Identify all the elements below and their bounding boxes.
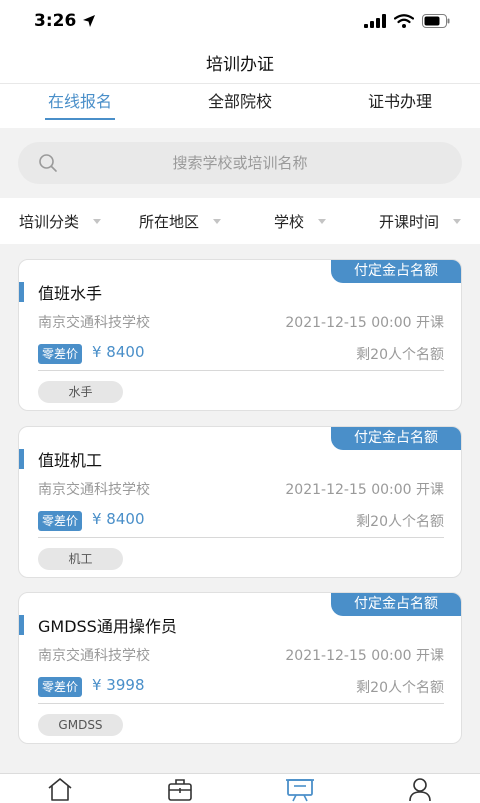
deposit-badge: 付定金占名额 — [331, 427, 461, 450]
search-icon — [39, 154, 57, 172]
filter-label: 所在地区 — [138, 212, 199, 231]
bottom-tab-profile[interactable] — [360, 774, 480, 803]
course-price: ¥ 8400 — [92, 510, 145, 528]
deposit-badge: 付定金占名额 — [331, 260, 461, 283]
divider — [38, 703, 444, 704]
course-card[interactable]: 付定金占名额 值班水手 南京交通科技学校 2021-12-15 00:00 开课… — [18, 259, 462, 411]
filter-start-time[interactable]: 开课时间 — [360, 211, 480, 232]
filter-label: 学校 — [273, 212, 304, 231]
tab-online-registration[interactable]: 在线报名 — [0, 84, 160, 128]
title-marker — [19, 615, 24, 635]
battery-icon — [422, 14, 450, 28]
signal-icon — [364, 14, 386, 28]
seats-remaining: 剩20人个名额 — [356, 347, 444, 363]
course-price: ¥ 3998 — [92, 676, 145, 694]
bottom-tab-training[interactable] — [240, 774, 360, 803]
briefcase-icon — [168, 778, 192, 801]
course-title: 值班水手 — [38, 284, 103, 303]
filter-school[interactable]: 学校 — [240, 211, 360, 232]
tab-certificate-processing[interactable]: 证书办理 — [320, 84, 480, 128]
course-school: 南京交通科技学校 — [38, 648, 150, 664]
title-marker — [19, 282, 24, 302]
wifi-icon — [394, 14, 414, 28]
user-icon — [409, 777, 431, 801]
course-school: 南京交通科技学校 — [38, 315, 150, 331]
home-icon — [48, 777, 72, 801]
course-price: ¥ 8400 — [92, 343, 145, 361]
filter-bar: 培训分类 所在地区 学校 开课时间 — [0, 198, 480, 244]
course-start-date: 2021-12-15 00:00 开课 — [285, 482, 444, 498]
status-bar: 3:26 — [0, 0, 480, 42]
course-card[interactable]: 付定金占名额 GMDSS通用操作员 南京交通科技学校 2021-12-15 00… — [18, 592, 462, 744]
tab-bar: 在线报名 全部院校 证书办理 — [0, 84, 480, 128]
course-title: GMDSS通用操作员 — [38, 617, 177, 636]
course-start-date: 2021-12-15 00:00 开课 — [285, 315, 444, 331]
deposit-badge: 付定金占名额 — [331, 593, 461, 616]
search-area — [0, 128, 480, 198]
divider — [38, 537, 444, 538]
search-input[interactable] — [18, 142, 462, 184]
course-start-date: 2021-12-15 00:00 开课 — [285, 648, 444, 664]
seats-remaining: 剩20人个名额 — [356, 680, 444, 696]
course-card[interactable]: 付定金占名额 值班机工 南京交通科技学校 2021-12-15 00:00 开课… — [18, 426, 462, 578]
location-arrow-icon — [83, 15, 96, 27]
filter-training-category[interactable]: 培训分类 — [0, 211, 120, 232]
dropdown-arrow-icon — [453, 218, 461, 224]
tab-all-schools[interactable]: 全部院校 — [160, 84, 320, 128]
course-title: 值班机工 — [38, 451, 103, 470]
filter-label: 开课时间 — [378, 212, 439, 231]
divider — [38, 370, 444, 371]
filter-region[interactable]: 所在地区 — [120, 211, 240, 232]
course-tag: 水手 — [38, 381, 123, 403]
price-label-badge: 零差价 — [38, 511, 83, 531]
title-marker — [19, 449, 24, 469]
course-tag: 机工 — [38, 548, 123, 570]
seats-remaining: 剩20人个名额 — [356, 514, 444, 530]
bottom-tab-home[interactable] — [0, 774, 120, 803]
course-school: 南京交通科技学校 — [38, 482, 150, 498]
training-board-icon — [286, 778, 314, 801]
nav-bar: 培训办证 — [0, 42, 480, 84]
bottom-tab-bar — [0, 773, 480, 803]
course-tag: GMDSS — [38, 714, 123, 736]
status-time-group: 3:26 — [34, 11, 96, 31]
filter-label: 培训分类 — [18, 212, 79, 231]
price-label-badge: 零差价 — [38, 344, 83, 364]
dropdown-arrow-icon — [213, 218, 221, 224]
status-icons — [364, 14, 450, 28]
page-title: 培训办证 — [206, 55, 274, 75]
dropdown-arrow-icon — [318, 218, 326, 224]
dropdown-arrow-icon — [93, 218, 101, 224]
bottom-tab-jobs[interactable] — [120, 774, 240, 803]
search-box[interactable] — [18, 142, 462, 184]
status-time: 3:26 — [34, 11, 77, 31]
price-label-badge: 零差价 — [38, 677, 83, 697]
